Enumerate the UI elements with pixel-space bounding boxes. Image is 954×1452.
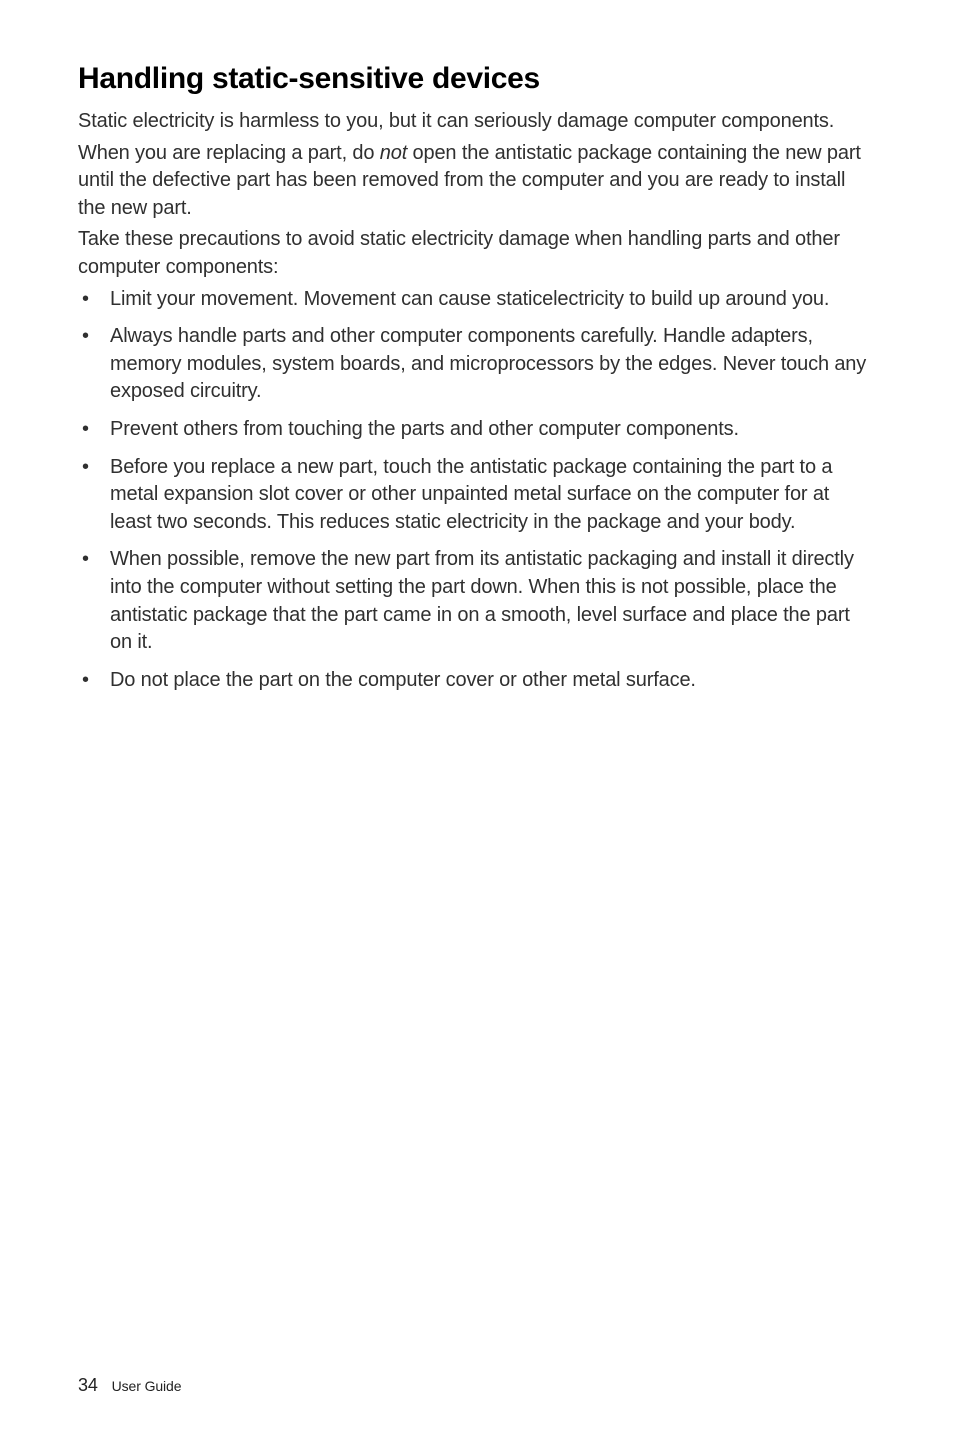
document-page: Handling static-sensitive devices Static… [0,0,954,1452]
paragraph-1: Static electricity is harmless to you, b… [78,108,876,136]
paragraph-2: When you are replacing a part, do not op… [78,140,876,223]
list-item: Before you replace a new part, touch the… [78,454,876,537]
para2-before: When you are replacing a part, do [78,142,380,164]
list-item: When possible, remove the new part from … [78,546,876,656]
paragraph-3: Take these precautions to avoid static e… [78,226,876,281]
list-item: Limit your movement. Movement can cause … [78,286,876,314]
list-item: Do not place the part on the computer co… [78,667,876,695]
list-item: Prevent others from touching the parts a… [78,416,876,444]
section-heading: Handling static-sensitive devices [78,62,876,96]
page-number: 34 [78,1375,98,1395]
para2-italic: not [380,142,407,164]
list-item: Always handle parts and other computer c… [78,323,876,406]
bullet-list: Limit your movement. Movement can cause … [78,286,876,695]
footer-label: User Guide [112,1378,182,1394]
page-footer: 34 User Guide [78,1375,181,1396]
